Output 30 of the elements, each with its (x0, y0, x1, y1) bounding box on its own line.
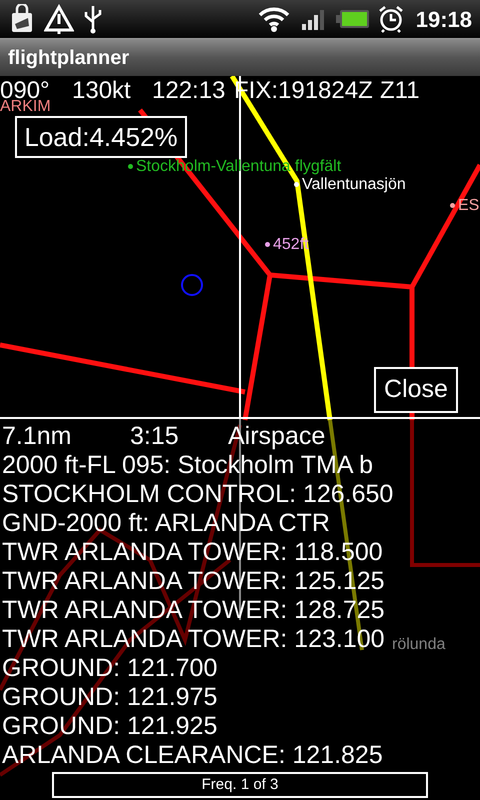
airspace-line: ARLANDA CLEARANCE: 121.825 (2, 741, 383, 770)
airspace-line: 2000 ft-FL 095: Stockholm TMA b (2, 451, 374, 480)
summary-value: Airspace (228, 422, 326, 451)
wifi-icon (258, 6, 290, 32)
airspace-line: GROUND: 121.925 (2, 712, 218, 741)
nav-readout: Z11 (380, 79, 421, 103)
airspace-line: STOCKHOLM CONTROL: 126.650 (2, 480, 394, 509)
battery-icon (336, 9, 370, 29)
airspace-line: TWR ARLANDA TOWER: 118.500 (2, 538, 383, 567)
map-label: rölunda (392, 636, 446, 653)
alarm-clock-icon (378, 5, 404, 33)
summary-value: 7.1nm (2, 422, 72, 451)
load-box: Load:4.452% (15, 116, 187, 158)
frequency-pager[interactable]: Freq. 1 of 3 (52, 772, 428, 798)
clock-time: 19:18 (416, 6, 472, 34)
map-label: Vallentunasjön (302, 176, 406, 193)
airspace-line: GROUND: 121.700 (2, 654, 218, 683)
airspace-line: TWR ARLANDA TOWER: 125.125 (2, 567, 385, 596)
airspace-line: TWR ARLANDA TOWER: 128.725 (2, 596, 385, 625)
warning-icon[interactable] (44, 4, 74, 34)
usb-icon[interactable] (82, 4, 104, 34)
airspace-line: GROUND: 121.975 (2, 683, 218, 712)
app-title: flightplanner (8, 46, 130, 70)
close-button[interactable]: Close (374, 367, 458, 413)
nav-readout: 122:13 (152, 79, 226, 103)
map-label: ES (458, 197, 480, 214)
airspace-line: TWR ARLANDA TOWER: 123.100 (2, 625, 385, 654)
nav-readout: 130kt (72, 79, 132, 103)
summary-value: 3:15 (130, 422, 180, 451)
airspace-line: GND-2000 ft: ARLANDA CTR (2, 509, 330, 538)
